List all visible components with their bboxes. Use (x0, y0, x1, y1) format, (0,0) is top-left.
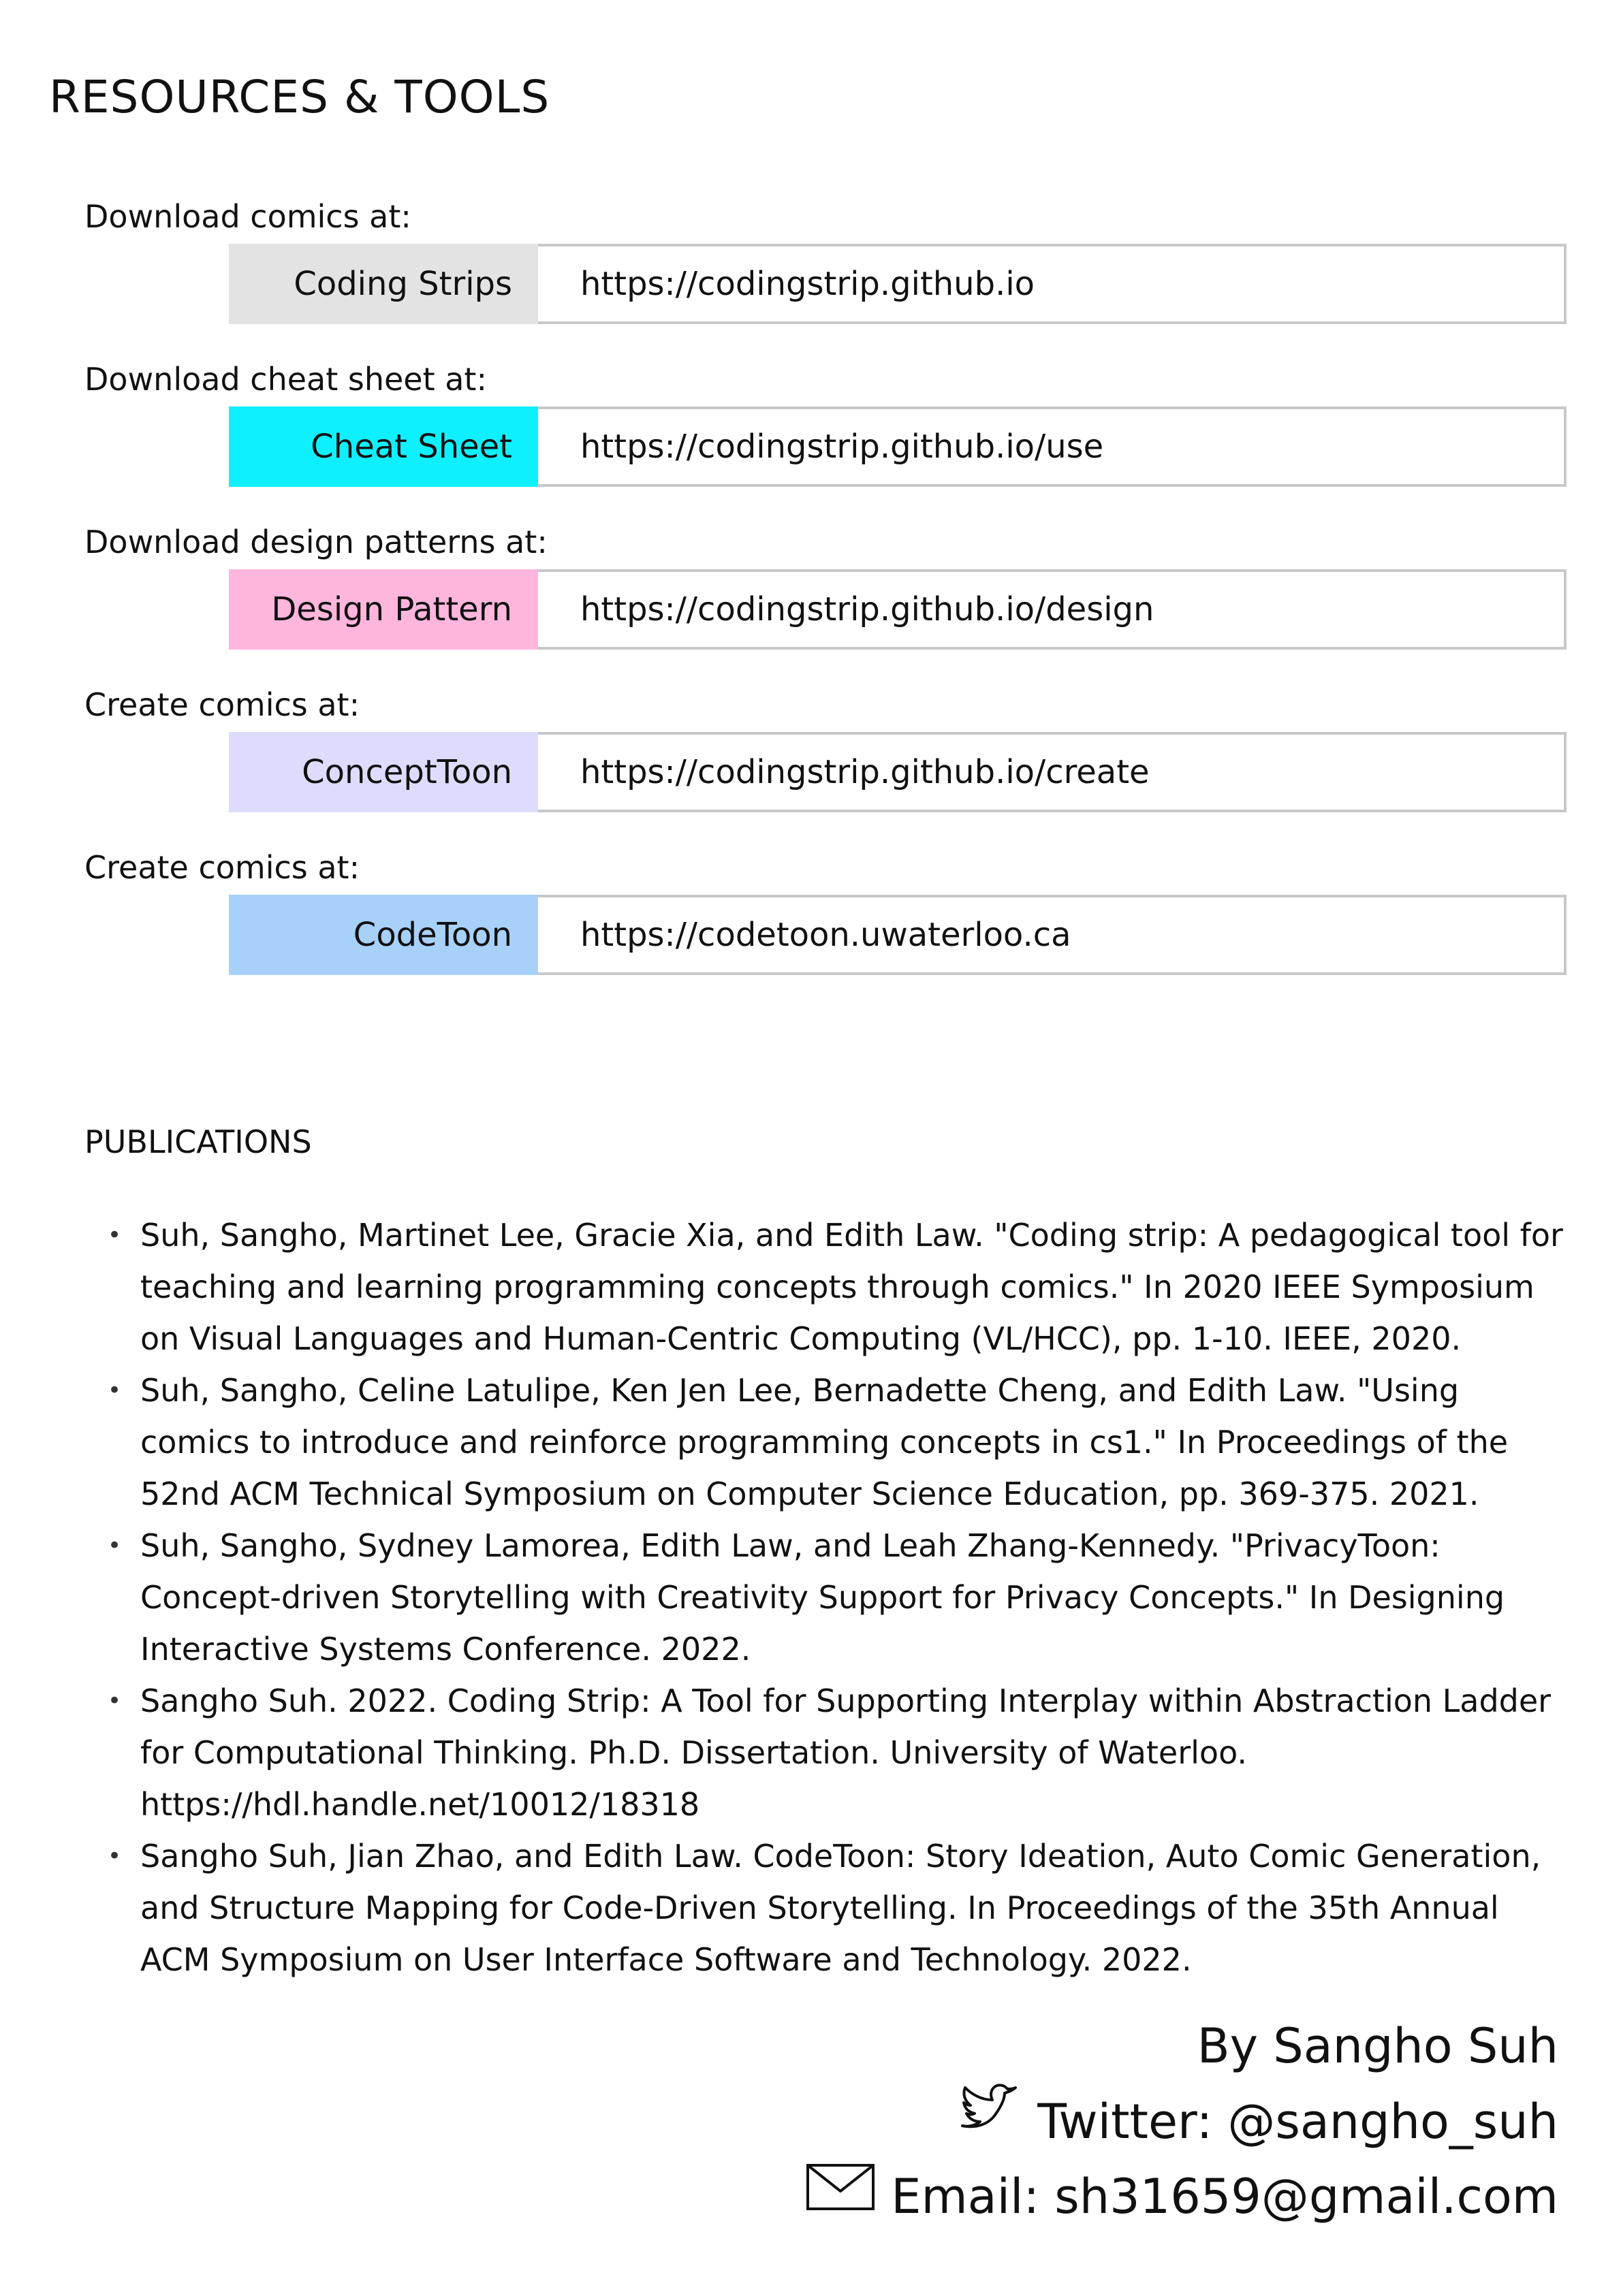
resource-row: Cheat Sheet https://codingstrip.github.i… (229, 406, 1576, 487)
resource-row: CodeToon https://codetoon.uwaterloo.ca (229, 895, 1576, 975)
publications-heading: PUBLICATIONS (84, 1123, 312, 1160)
resource-url-link[interactable]: https://codetoon.uwaterloo.ca (538, 895, 1567, 975)
publications-list: Suh, Sangho, Martinet Lee, Gracie Xia, a… (108, 1209, 1577, 1986)
resource-codetoon: Create comics at: CodeToon https://codet… (84, 847, 1576, 1010)
resource-caption: Download cheat sheet at: (84, 361, 487, 398)
resource-url-link[interactable]: https://codingstrip.github.io/design (538, 569, 1567, 650)
resource-label: ConceptToon (229, 732, 538, 812)
resource-url-link[interactable]: https://codingstrip.github.io (538, 244, 1567, 324)
resource-url-link[interactable]: https://codingstrip.github.io/use (538, 406, 1567, 487)
resources-list: Download comics at: Coding Strips https:… (84, 196, 1576, 1010)
resource-concepttoon: Create comics at: ConceptToon https://co… (84, 684, 1576, 847)
email-line: Email: sh31659@gmail.com (805, 2159, 1558, 2234)
resource-design-pattern: Download design patterns at: Design Patt… (84, 522, 1576, 684)
publication-item: Suh, Sangho, Martinet Lee, Gracie Xia, a… (108, 1209, 1577, 1365)
resource-coding-strips: Download comics at: Coding Strips https:… (84, 196, 1576, 359)
twitter-handle[interactable]: Twitter: @sangho_suh (1037, 2084, 1558, 2159)
resource-label: CodeToon (229, 895, 538, 975)
resource-caption: Download design patterns at: (84, 524, 548, 560)
byline-text: By Sangho Suh (1197, 2018, 1558, 2074)
publication-item: Sangho Suh, Jian Zhao, and Edith Law. Co… (108, 1830, 1577, 1986)
resource-row: Design Pattern https://codingstrip.githu… (229, 569, 1576, 650)
byline: By Sangho Suh (805, 2009, 1558, 2084)
resource-label: Coding Strips (229, 244, 538, 324)
bird-icon (957, 2084, 1022, 2159)
author-signature: By Sangho Suh Twitter: @sangho_suh Email… (805, 2009, 1558, 2234)
email-address[interactable]: Email: sh31659@gmail.com (891, 2159, 1558, 2234)
resource-row: Coding Strips https://codingstrip.github… (229, 244, 1576, 324)
publication-item: Suh, Sangho, Celine Latulipe, Ken Jen Le… (108, 1365, 1577, 1520)
resource-caption: Create comics at: (84, 686, 360, 723)
envelope-icon (805, 2159, 876, 2234)
publication-item: Sangho Suh. 2022. Coding Strip: A Tool f… (108, 1675, 1577, 1830)
page-title: RESOURCES & TOOLS (49, 71, 550, 123)
resource-caption: Create comics at: (84, 849, 360, 886)
publication-item: Suh, Sangho, Sydney Lamorea, Edith Law, … (108, 1520, 1577, 1675)
resource-row: ConceptToon https://codingstrip.github.i… (229, 732, 1576, 812)
resource-caption: Download comics at: (84, 198, 411, 235)
resource-label: Design Pattern (229, 569, 538, 650)
resource-url-link[interactable]: https://codingstrip.github.io/create (538, 732, 1567, 812)
twitter-line: Twitter: @sangho_suh (805, 2084, 1558, 2159)
resource-cheat-sheet: Download cheat sheet at: Cheat Sheet htt… (84, 359, 1576, 522)
resource-label: Cheat Sheet (229, 406, 538, 487)
